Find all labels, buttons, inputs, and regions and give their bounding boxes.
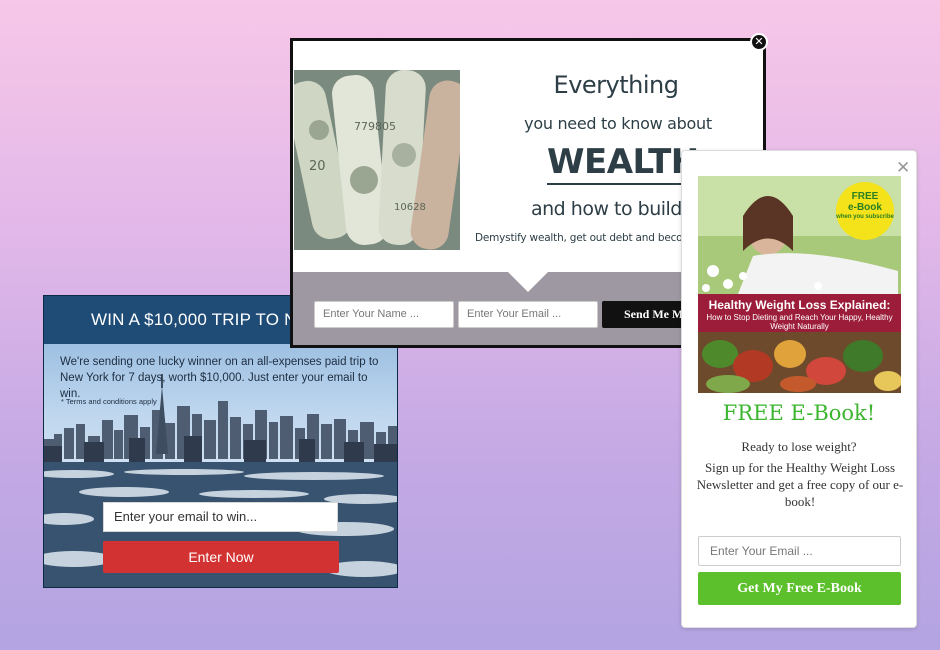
trip-email-input[interactable]: Enter your email to win... [103,502,338,532]
svg-text:10628: 10628 [394,202,426,213]
ebook-question: Ready to lose weight? [741,439,857,454]
enter-now-button[interactable]: Enter Now [103,541,339,573]
wealth-notch [508,272,548,292]
ebook-description: Sign up for the Healthy Weight Loss News… [696,460,904,509]
wealth-name-input[interactable]: Enter Your Name ... [314,301,454,328]
wealth-line-4: and how to build it [531,198,700,220]
svg-text:20: 20 [309,159,326,174]
cover-band: Healthy Weight Loss Explained: How to St… [698,294,901,332]
close-icon[interactable]: ✕ [750,33,768,51]
close-icon[interactable]: ✕ [896,158,910,178]
trip-description: We're sending one lucky winner on an all… [60,356,379,400]
get-ebook-button[interactable]: Get My Free E-Book [698,572,901,605]
money-rolls-image: 20 779805 10628 [294,70,460,250]
wealth-line-1: Everything [553,71,679,99]
wealth-headline: WEALTH [547,142,699,185]
wealth-email-input[interactable]: Enter Your Email ... [458,301,598,328]
trip-terms: * Terms and conditions apply [61,397,157,406]
badge-line-3: when you subscribe [836,214,894,220]
free-badge: FREE e-Book when you subscribe [836,182,894,240]
ebook-popup: ✕ Healthy Weight Loss Explained: How to … [681,150,917,628]
ebook-cover: Healthy Weight Loss Explained: How to St… [698,176,901,393]
ebook-heading: FREE E-Book! [722,401,876,425]
cover-subtitle: How to Stop Dieting and Reach Your Happy… [706,313,893,331]
wealth-line-2: you need to know about [524,114,712,133]
svg-text:779805: 779805 [354,120,396,133]
cover-title: Healthy Weight Loss Explained: [708,298,891,312]
badge-line-2: e-Book [848,202,882,213]
badge-line-1: FREE [851,191,879,202]
ebook-email-input[interactable]: Enter Your Email ... [698,536,901,566]
